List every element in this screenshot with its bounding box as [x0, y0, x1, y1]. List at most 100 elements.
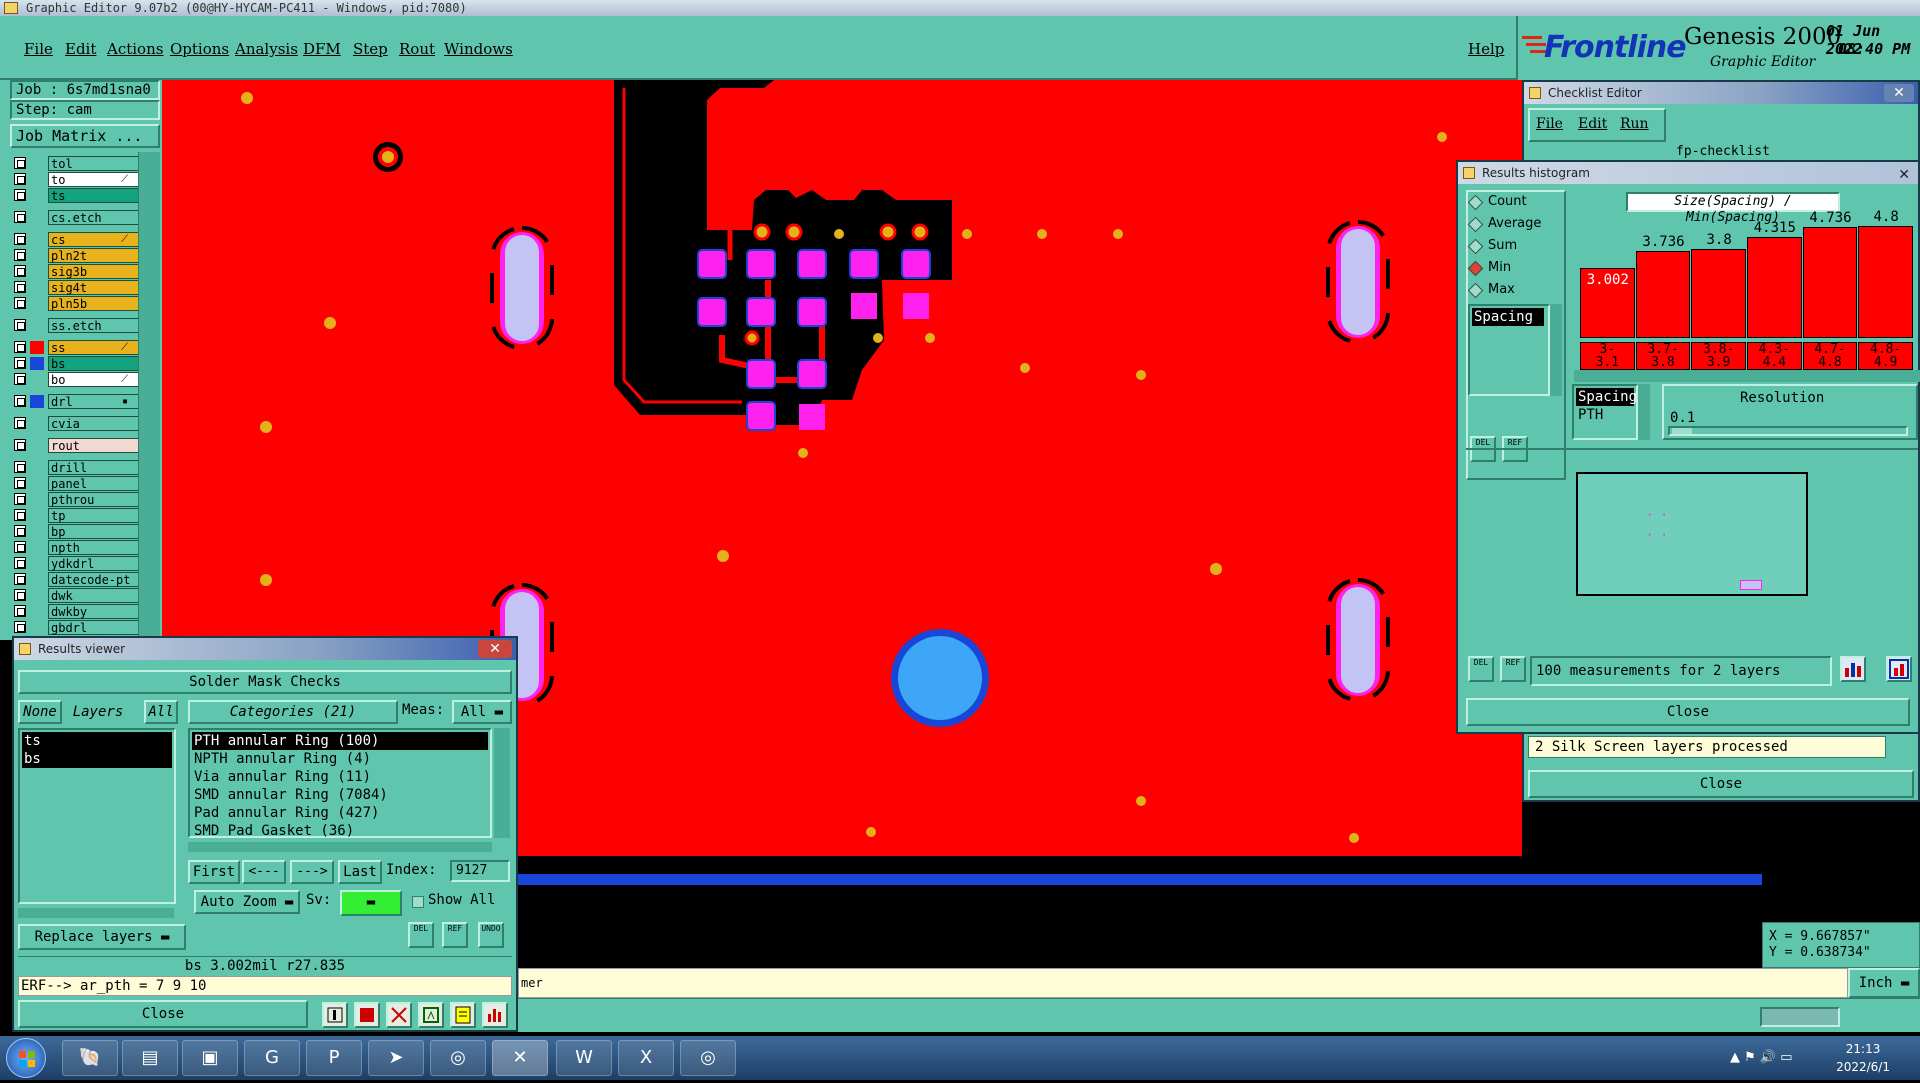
- replace-layers-dropdown[interactable]: Replace layers ▬: [18, 924, 186, 950]
- layer-checkbox[interactable]: [14, 525, 26, 537]
- preview-board[interactable]: · · · ·: [1576, 472, 1808, 596]
- layer-row[interactable]: pln2t: [14, 248, 144, 263]
- layer-row[interactable]: drl ▪: [14, 394, 144, 409]
- histogram-close-icon[interactable]: ✕: [1898, 164, 1910, 186]
- step-icon[interactable]: [418, 1002, 444, 1028]
- layer-row[interactable]: tol: [14, 156, 144, 171]
- category-item[interactable]: SMD Pad Gasket (36): [192, 822, 488, 840]
- layer-row[interactable]: to ⟋: [14, 172, 144, 187]
- layer-checkbox[interactable]: [14, 439, 26, 451]
- last-button[interactable]: Last: [338, 860, 382, 884]
- layer-name[interactable]: ss.etch: [48, 318, 144, 333]
- layer-checkbox[interactable]: [14, 233, 26, 245]
- layer-name[interactable]: datecode-pt: [48, 572, 144, 587]
- previous-button[interactable]: <---: [242, 860, 286, 884]
- menu-step[interactable]: Step: [353, 40, 388, 58]
- layer-checkbox[interactable]: [14, 509, 26, 521]
- taskbar-clock[interactable]: 21:13 2022/6/1: [1836, 1040, 1890, 1076]
- layer-name[interactable]: ss: [48, 340, 144, 355]
- layer-name[interactable]: npth: [48, 540, 144, 555]
- layer-checkbox[interactable]: [14, 395, 26, 407]
- layer-checkbox[interactable]: [14, 493, 26, 505]
- mode-min[interactable]: Min: [1468, 258, 1511, 278]
- layer-checkbox[interactable]: [14, 589, 26, 601]
- layer-row[interactable]: bp: [14, 524, 144, 539]
- spacing-scrollbar[interactable]: [1638, 384, 1650, 440]
- viewer-ref-button[interactable]: REF: [442, 922, 468, 948]
- taskbar-save-icon[interactable]: ▣: [182, 1040, 238, 1076]
- layer-row[interactable]: sig3b: [14, 264, 144, 279]
- menu-file[interactable]: File: [24, 40, 53, 58]
- taskbar-excel-icon[interactable]: X: [618, 1040, 674, 1076]
- layer-row[interactable]: ss ⟋: [14, 340, 144, 355]
- layer-name[interactable]: drill: [48, 460, 144, 475]
- histogram-bar[interactable]: [1691, 249, 1746, 338]
- layer-row[interactable]: drill: [14, 460, 144, 475]
- histogram-list-scrollbar[interactable]: [1550, 304, 1562, 396]
- layer-checkbox[interactable]: [14, 211, 26, 223]
- taskbar-x-icon[interactable]: ✕: [492, 1040, 548, 1076]
- layer-row[interactable]: ts: [14, 188, 144, 203]
- delete-marker-icon[interactable]: [386, 1002, 412, 1028]
- taskbar-bird-icon[interactable]: ➤: [368, 1040, 424, 1076]
- categories-hscrollbar[interactable]: [188, 842, 492, 852]
- layer-checkbox[interactable]: [14, 605, 26, 617]
- first-button[interactable]: First: [188, 860, 240, 884]
- preview-ref-button[interactable]: REF: [1500, 656, 1526, 682]
- histogram-bar[interactable]: [1635, 250, 1691, 338]
- layer-list-item-bs[interactable]: bs: [22, 750, 172, 768]
- taskbar-app2-icon[interactable]: P: [306, 1040, 362, 1076]
- layer-name[interactable]: pthrou: [48, 492, 144, 507]
- menu-windows[interactable]: Windows: [444, 40, 513, 58]
- layer-name[interactable]: dwkby: [48, 604, 144, 619]
- layer-row[interactable]: sig4t: [14, 280, 144, 295]
- category-item[interactable]: Via annular Ring (11): [192, 768, 488, 786]
- layer-row[interactable]: pthrou: [14, 492, 144, 507]
- layer-row[interactable]: dwkby: [14, 604, 144, 619]
- layer-row[interactable]: bo ⟋: [14, 372, 144, 387]
- layer-name[interactable]: tp: [48, 508, 144, 523]
- index-input[interactable]: 9127: [450, 860, 510, 882]
- category-item[interactable]: SMD annular Ring (7084): [192, 786, 488, 804]
- layer-name[interactable]: to: [48, 172, 144, 187]
- layer-name[interactable]: gbdrl: [48, 620, 144, 635]
- layer-checkbox[interactable]: [14, 373, 26, 385]
- layer-name[interactable]: dwk: [48, 588, 144, 603]
- sv-color-dropdown[interactable]: ▬: [340, 890, 402, 916]
- viewer-del-button[interactable]: DEL: [408, 922, 434, 948]
- layer-row[interactable]: dwk: [14, 588, 144, 603]
- layer-checkbox[interactable]: [14, 281, 26, 293]
- layer-name[interactable]: tol: [48, 156, 144, 171]
- meas-dropdown[interactable]: All ▬: [452, 700, 512, 724]
- histogram-bar[interactable]: [1802, 227, 1858, 338]
- layer-checkbox[interactable]: [14, 477, 26, 489]
- layer-name[interactable]: bo: [48, 372, 144, 387]
- checklist-menu-file[interactable]: File: [1536, 116, 1563, 132]
- layer-checkbox[interactable]: [14, 319, 26, 331]
- unit-selector[interactable]: Inch ▬: [1848, 968, 1920, 998]
- layer-row[interactable]: tp: [14, 508, 144, 523]
- category-item[interactable]: PTH annular Ring (100): [192, 732, 488, 750]
- layers-none-button[interactable]: None: [18, 700, 62, 724]
- category-item[interactable]: NPTH annular Ring (4): [192, 750, 488, 768]
- layer-row[interactable]: rout: [14, 438, 144, 453]
- mode-max[interactable]: Max: [1468, 280, 1515, 300]
- menu-help[interactable]: Help: [1468, 40, 1504, 58]
- next-button[interactable]: --->: [290, 860, 334, 884]
- categories-scrollbar[interactable]: [494, 728, 510, 838]
- histogram-icon[interactable]: [482, 1002, 508, 1028]
- preview-del-button[interactable]: DEL: [1468, 656, 1494, 682]
- layer-name[interactable]: sig3b: [48, 264, 144, 279]
- layer-row[interactable]: cs ⟋: [14, 232, 144, 247]
- layer-row[interactable]: bs: [14, 356, 144, 371]
- checklist-menu-edit[interactable]: Edit: [1578, 116, 1607, 132]
- layer-checkbox[interactable]: [14, 557, 26, 569]
- resolution-slider[interactable]: [1668, 426, 1908, 436]
- layer-name[interactable]: panel: [48, 476, 144, 491]
- layer-checkbox[interactable]: [14, 461, 26, 473]
- taskbar-app-icon[interactable]: G: [244, 1040, 300, 1076]
- layers-all-button[interactable]: All: [144, 700, 178, 724]
- menu-edit[interactable]: Edit: [65, 40, 96, 58]
- layer-name[interactable]: bs: [48, 356, 144, 371]
- layer-row[interactable]: ydkdrl: [14, 556, 144, 571]
